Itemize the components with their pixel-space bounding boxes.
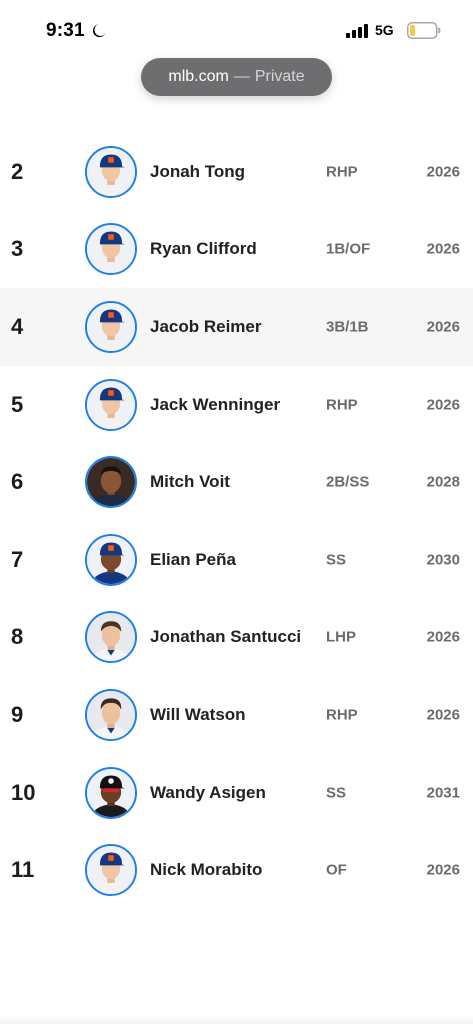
- player-name[interactable]: Ryan Clifford: [150, 234, 315, 264]
- rank: 2: [11, 158, 24, 184]
- player-eta: 2026: [426, 628, 460, 646]
- player-position: SS: [326, 551, 347, 569]
- player-avatar[interactable]: [85, 533, 137, 586]
- signal-icon: [346, 24, 368, 38]
- battery-icon: [407, 22, 441, 39]
- player-avatar[interactable]: [85, 611, 137, 664]
- rank: 7: [11, 546, 24, 572]
- player-eta: 2026: [426, 396, 460, 414]
- player-avatar[interactable]: [85, 844, 137, 897]
- rank: 9: [11, 701, 24, 727]
- player-position: 2B/SS: [326, 473, 370, 491]
- rank: 6: [11, 469, 24, 495]
- status-bar: 9:31 5G: [0, 0, 473, 58]
- rank: 11: [11, 857, 35, 883]
- prospect-row[interactable]: 3 Ryan Clifford 1B/OF 2026: [0, 211, 473, 289]
- player-eta: 2026: [426, 318, 460, 336]
- player-eta: 2026: [426, 861, 460, 879]
- url-separator: —: [233, 68, 250, 85]
- prospect-row[interactable]: 6 Mitch Voit 2B/SS 2028: [0, 443, 473, 521]
- player-avatar[interactable]: [85, 378, 137, 431]
- moon-icon: [92, 24, 106, 38]
- prospect-row[interactable]: 9 Will Watson RHP 2026: [0, 676, 473, 754]
- player-name[interactable]: Will Watson: [150, 700, 315, 730]
- prospect-row[interactable]: 2 Jonah Tong RHP 2026: [0, 133, 473, 211]
- player-eta: 2031: [426, 784, 460, 802]
- player-eta: 2026: [426, 163, 460, 181]
- player-position: RHP: [326, 163, 358, 181]
- player-name[interactable]: Jonah Tong: [150, 157, 315, 187]
- player-name[interactable]: Jacob Reimer: [150, 312, 315, 342]
- player-avatar[interactable]: [85, 766, 137, 819]
- prospect-row[interactable]: 4 Jacob Reimer 3B/1B 2026: [0, 288, 473, 366]
- player-name[interactable]: Nick Morabito: [150, 855, 315, 885]
- player-avatar[interactable]: [85, 456, 137, 509]
- player-avatar[interactable]: [85, 300, 137, 353]
- player-position: LHP: [326, 628, 356, 646]
- prospect-row[interactable]: 7 Elian Peña SS 2030: [0, 521, 473, 599]
- player-name[interactable]: Wandy Asigen: [150, 778, 315, 808]
- network-type: 5G: [375, 22, 394, 38]
- player-name[interactable]: Jack Wenninger: [150, 390, 315, 420]
- player-position: SS: [326, 784, 347, 802]
- player-name[interactable]: Jonathan Santucci: [150, 622, 315, 652]
- player-position: 1B/OF: [326, 240, 371, 258]
- prospect-list: 2 Jonah Tong RHP 2026 3 Ryan Clifford 1B…: [0, 133, 473, 909]
- player-name[interactable]: Elian Peña: [150, 545, 315, 575]
- rank: 3: [11, 236, 24, 262]
- prospect-row[interactable]: 10 Wandy Asigen SS 2031: [0, 754, 473, 832]
- player-avatar[interactable]: [85, 223, 137, 276]
- url-host: mlb.com: [168, 68, 229, 85]
- rank: 10: [11, 779, 36, 805]
- player-position: OF: [326, 861, 347, 879]
- prospect-row[interactable]: 8 Jonathan Santucci LHP 2026: [0, 599, 473, 677]
- player-eta: 2030: [426, 551, 460, 569]
- rank: 5: [11, 391, 24, 417]
- rank: 8: [11, 624, 24, 650]
- player-eta: 2026: [426, 240, 460, 258]
- prospect-row[interactable]: 5 Jack Wenninger RHP 2026: [0, 366, 473, 444]
- player-avatar[interactable]: [85, 145, 137, 198]
- player-position: RHP: [326, 396, 358, 414]
- player-position: RHP: [326, 706, 358, 724]
- player-eta: 2026: [426, 706, 460, 724]
- prospect-row[interactable]: 11 Nick Morabito OF 2026: [0, 831, 473, 909]
- private-mode-label: Private: [254, 68, 305, 85]
- player-position: 3B/1B: [326, 318, 369, 336]
- player-name[interactable]: Mitch Voit: [150, 467, 315, 497]
- status-time: 9:31: [46, 20, 85, 41]
- bottom-divider: [0, 1014, 473, 1024]
- address-bar[interactable]: mlb.com — Private: [141, 58, 332, 96]
- rank: 4: [11, 313, 24, 339]
- player-avatar[interactable]: [85, 688, 137, 741]
- player-eta: 2028: [426, 473, 460, 491]
